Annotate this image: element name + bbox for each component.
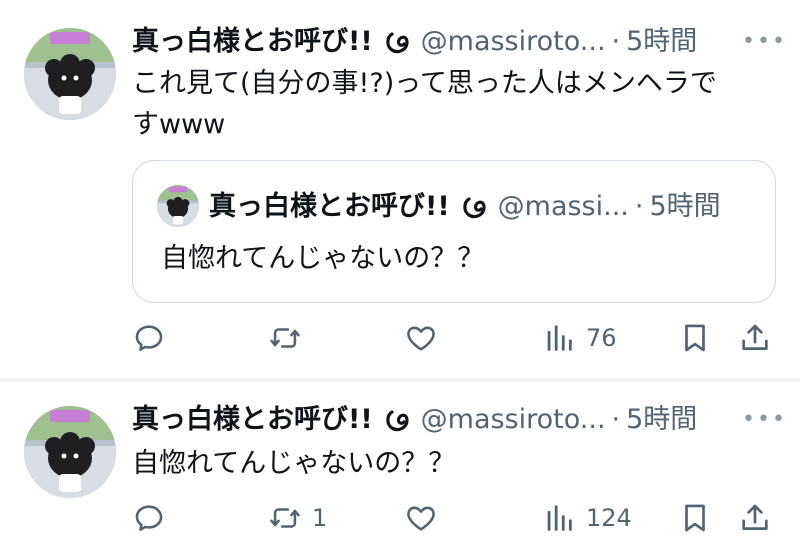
tweet-text-line: これ見て(自分の事!?)って思った人はメンヘラで: [132, 68, 717, 99]
tweet[interactable]: 真っ白様とお呼び!! @massiroto... · 5時間 ••• これ見て(…: [0, 0, 800, 378]
reply-button[interactable]: [132, 318, 176, 358]
quote-timestamp: 5時間: [649, 191, 721, 222]
more-icon[interactable]: •••: [742, 31, 787, 53]
views-count: 76: [586, 324, 617, 352]
handle[interactable]: @massiroto...: [421, 24, 606, 60]
share-icon: [742, 504, 768, 530]
more-icon[interactable]: •••: [742, 409, 787, 431]
quote-handle: @massi...: [497, 191, 629, 222]
separator: ·: [611, 26, 621, 57]
quote-header: 真っ白様とお呼び!! @massi... · 5時間: [209, 189, 721, 225]
reply-icon: [135, 505, 163, 531]
like-icon: [407, 506, 435, 531]
badge-icon: [383, 28, 411, 56]
separator: ·: [634, 191, 644, 222]
bookmark-button[interactable]: [678, 318, 712, 358]
like-button[interactable]: [404, 498, 448, 538]
tweet-header: 真っ白様とお呼び!! @massiroto... · 5時間: [132, 402, 697, 438]
tweet[interactable]: 真っ白様とお呼び!! @massiroto... · 5時間 ••• 自惚れてん…: [0, 382, 800, 553]
quoted-tweet[interactable]: 真っ白様とお呼び!! @massi... · 5時間 自惚れてんじゃないの？？: [132, 160, 776, 303]
quote-avatar: [157, 185, 199, 227]
share-button[interactable]: [738, 498, 772, 538]
tweet-text-line: 自惚れてんじゃないの？？: [132, 448, 456, 479]
bookmark-icon: [685, 504, 705, 532]
views-button[interactable]: 76: [542, 318, 617, 358]
reply-icon: [135, 325, 163, 351]
badge-icon: [383, 406, 411, 434]
avatar[interactable]: [24, 406, 116, 498]
repost-button[interactable]: 1: [268, 498, 327, 538]
handle[interactable]: @massiroto...: [421, 402, 606, 438]
like-icon: [407, 326, 435, 351]
display-name[interactable]: 真っ白様とお呼び!!: [132, 402, 373, 438]
avatar[interactable]: [24, 28, 116, 120]
bookmark-icon: [685, 324, 705, 352]
repost-button[interactable]: [268, 318, 312, 358]
repost-icon: [270, 508, 300, 528]
quote-display-name: 真っ白様とお呼び!!: [209, 191, 450, 222]
tweet-header: 真っ白様とお呼び!! @massiroto... · 5時間: [132, 24, 697, 60]
separator: ·: [611, 404, 621, 435]
timestamp[interactable]: 5時間: [626, 24, 697, 60]
badge-icon: [460, 193, 488, 221]
tweet-actions: 1 124: [132, 498, 772, 538]
views-button[interactable]: 124: [542, 498, 632, 538]
timestamp[interactable]: 5時間: [626, 402, 697, 438]
views-count: 124: [586, 504, 632, 532]
tweet-text-line: すwww: [132, 109, 226, 140]
share-icon: [742, 324, 768, 350]
like-button[interactable]: [404, 318, 448, 358]
repost-icon: [270, 328, 300, 348]
share-button[interactable]: [738, 318, 772, 358]
reply-button[interactable]: [132, 498, 176, 538]
tweet-actions: 76: [132, 318, 772, 358]
quote-text: 自惚れてんじゃないの？？: [161, 243, 485, 274]
display-name[interactable]: 真っ白様とお呼び!!: [132, 24, 373, 60]
repost-count: 1: [312, 504, 328, 532]
views-icon: [547, 325, 572, 351]
views-icon: [547, 505, 572, 531]
bookmark-button[interactable]: [678, 498, 712, 538]
